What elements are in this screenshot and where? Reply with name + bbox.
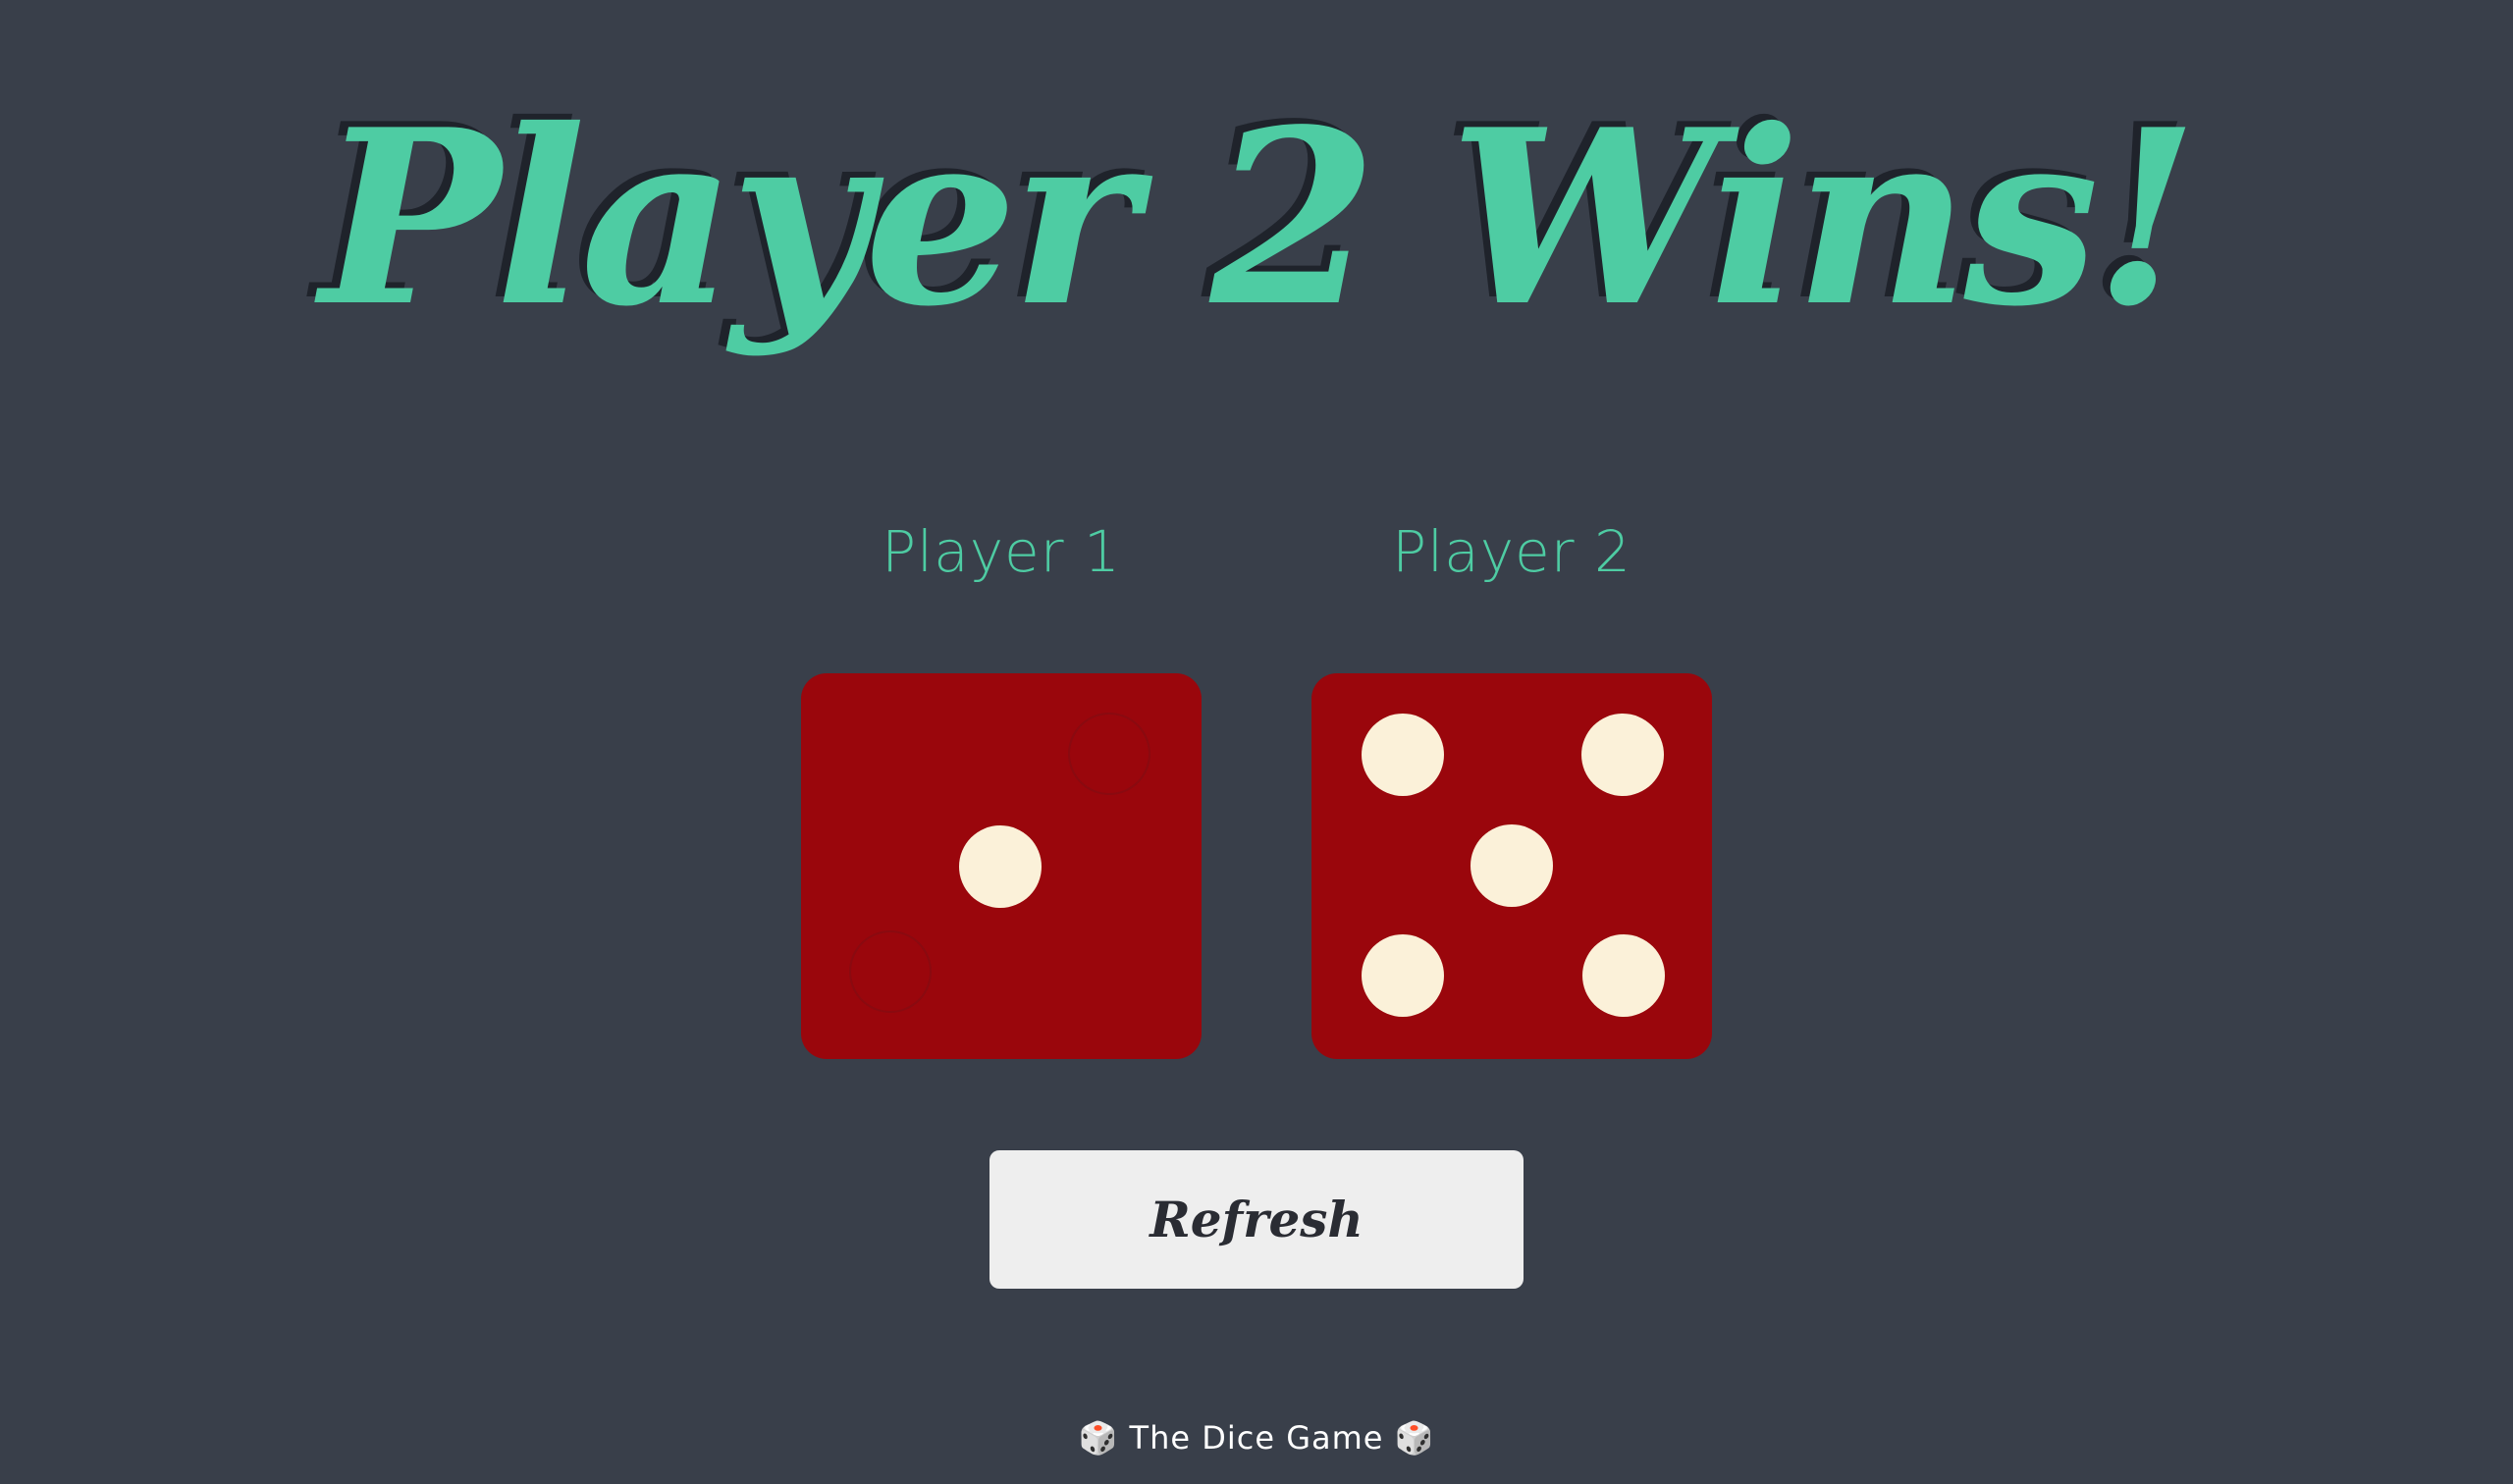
die-pip bbox=[1582, 934, 1665, 1017]
player-2-die bbox=[1311, 673, 1712, 1059]
result-title: Player 2 Wins! bbox=[320, 77, 2199, 359]
ghost-pip bbox=[849, 930, 932, 1013]
player-1-die bbox=[801, 673, 1202, 1059]
player-1-label: Player 1 bbox=[882, 518, 1121, 585]
game-page: Player 2 Wins! Player 1 Player 2 Refresh… bbox=[0, 0, 2513, 1484]
die-pip bbox=[1581, 714, 1664, 796]
player-2-label: Player 2 bbox=[1392, 518, 1631, 585]
die-pip bbox=[959, 825, 1042, 908]
die-pip bbox=[1362, 934, 1444, 1017]
footer-caption: 🎲 The Dice Game 🎲 bbox=[1078, 1419, 1435, 1457]
refresh-button[interactable]: Refresh bbox=[989, 1150, 1524, 1289]
ghost-pip bbox=[1068, 713, 1150, 795]
die-pip bbox=[1362, 714, 1444, 796]
die-pip bbox=[1470, 824, 1553, 907]
